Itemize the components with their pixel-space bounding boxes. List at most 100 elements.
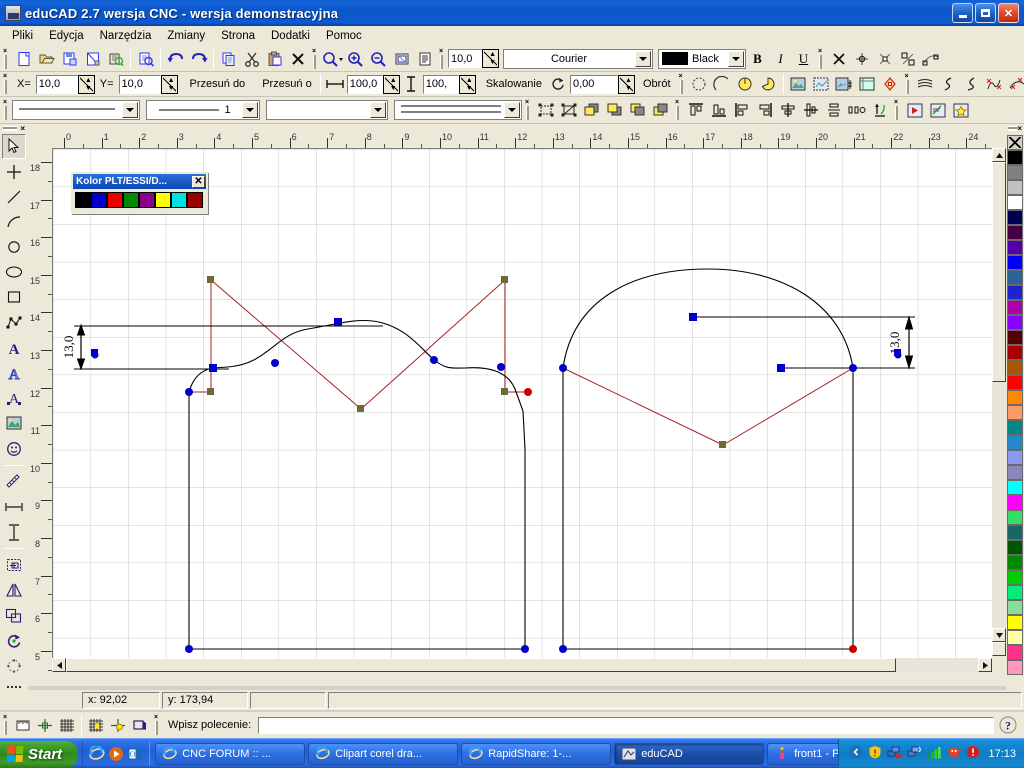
line-style-dropdown-icon[interactable] xyxy=(122,102,138,118)
text-tool[interactable]: A xyxy=(2,336,26,360)
internet-explorer-icon[interactable] xyxy=(89,744,105,762)
fit-window-button[interactable] xyxy=(390,48,413,70)
export-button[interactable] xyxy=(104,48,127,70)
color-swatch[interactable] xyxy=(1007,390,1023,405)
rectangle-tool[interactable] xyxy=(2,285,26,309)
color-swatch[interactable] xyxy=(1007,285,1023,300)
snap-grid-button[interactable] xyxy=(85,715,107,736)
color-swatch[interactable] xyxy=(1007,510,1023,525)
color-swatch[interactable] xyxy=(155,192,171,208)
taskbar-task[interactable]: CNC FORUM :: ... xyxy=(155,742,306,765)
color-swatch[interactable] xyxy=(1007,405,1023,420)
underline-button[interactable]: U xyxy=(792,48,815,70)
ruler-toggle-button[interactable] xyxy=(12,715,34,736)
menu-item-strona[interactable]: Strona xyxy=(213,28,263,44)
color-combo[interactable]: Black xyxy=(658,48,746,69)
curve-close-button[interactable] xyxy=(983,73,1006,95)
cut-button[interactable] xyxy=(240,48,263,70)
color-swatch[interactable] xyxy=(107,192,123,208)
node-join-button[interactable] xyxy=(896,48,919,70)
network-disconnected-icon[interactable] xyxy=(887,745,903,762)
align-center-vertical-button[interactable] xyxy=(799,99,822,121)
node-delete-button[interactable] xyxy=(827,48,850,70)
dimension-vertical-tool[interactable] xyxy=(2,520,26,544)
canvas-vertical-scrollbar[interactable] xyxy=(992,148,1006,672)
measure-tool[interactable] xyxy=(2,470,26,494)
node-break-button[interactable] xyxy=(873,48,896,70)
color-swatch[interactable] xyxy=(1007,135,1023,150)
new-macro-button[interactable] xyxy=(949,99,972,121)
menu-item-dodatki[interactable]: Dodatki xyxy=(263,28,318,44)
bold-button[interactable]: B xyxy=(746,48,769,70)
color-swatch[interactable] xyxy=(1007,645,1023,660)
command-input[interactable] xyxy=(258,716,994,734)
line-style-combo[interactable] xyxy=(12,100,140,120)
command-input-grip[interactable]: × xyxy=(152,714,161,736)
scroll-up-button[interactable] xyxy=(992,148,1006,162)
color-swatch[interactable] xyxy=(139,192,155,208)
color-swatch[interactable] xyxy=(91,192,107,208)
mirror-tool[interactable] xyxy=(2,578,26,602)
font-name-dropdown-icon[interactable] xyxy=(635,50,651,67)
width-field[interactable]: 100,0 xyxy=(346,74,383,94)
menu-item-pliki[interactable]: Pliki xyxy=(4,28,41,44)
shield-warning-icon[interactable] xyxy=(868,745,882,762)
color-swatch[interactable] xyxy=(75,192,91,208)
color-palette-window[interactable]: Kolor PLT/ESSI/D... ✕ xyxy=(71,172,208,214)
align-right-button[interactable] xyxy=(753,99,776,121)
line-dash-dropdown-icon[interactable] xyxy=(370,102,386,118)
group-button[interactable] xyxy=(534,99,557,121)
minimize-button[interactable] xyxy=(952,3,973,23)
image-tool[interactable] xyxy=(2,411,26,435)
color-swatch[interactable] xyxy=(1007,210,1023,225)
zoom-in-button[interactable] xyxy=(344,48,367,70)
scroll-thumb-vertical[interactable] xyxy=(992,162,1006,382)
canvas-horizontal-scrollbar[interactable] xyxy=(52,658,992,672)
show-desktop-icon[interactable] xyxy=(849,745,863,762)
color-swatch[interactable] xyxy=(1007,480,1023,495)
line-dash-combo[interactable] xyxy=(266,100,388,120)
curves-toolbar-grip[interactable]: × xyxy=(903,73,912,95)
scroll-thumb-horizontal[interactable] xyxy=(66,658,896,672)
move-to-button[interactable]: Przesuń do xyxy=(178,78,251,90)
outlook-icon[interactable]: O xyxy=(127,746,143,762)
x-position-spinner[interactable]: ▲ ▼ xyxy=(77,74,95,94)
bring-forward-button[interactable] xyxy=(603,99,626,121)
color-swatch[interactable] xyxy=(1007,570,1023,585)
color-swatch[interactable] xyxy=(1007,375,1023,390)
dimension-horizontal-tool[interactable] xyxy=(2,495,26,519)
array-circular-tool[interactable] xyxy=(2,654,26,678)
security-alert-icon[interactable] xyxy=(966,745,980,762)
color-swatch[interactable] xyxy=(1007,495,1023,510)
align-to-baseline-button[interactable] xyxy=(868,99,891,121)
symbol-tool[interactable] xyxy=(2,436,26,460)
horizontal-ruler[interactable]: 0 1 2 3 4 5 6 7 8 9 10 11 12 13 14 15 16 17 18 19 20 21 22 23 24 xyxy=(28,124,1006,148)
node-edit-button[interactable] xyxy=(879,73,902,95)
color-swatch[interactable] xyxy=(1007,270,1023,285)
grid-toggle-button[interactable] xyxy=(56,715,78,736)
help-button[interactable]: ? xyxy=(998,715,1018,735)
tools-palette-header[interactable]: × xyxy=(0,124,28,134)
circle-tool[interactable] xyxy=(2,235,26,259)
image-insert-button[interactable] xyxy=(787,73,810,95)
taskbar-task[interactable]: Clipart corel dra... xyxy=(308,742,459,765)
color-swatch[interactable] xyxy=(1007,255,1023,270)
print-preview-button[interactable] xyxy=(134,48,157,70)
color-swatch[interactable] xyxy=(1007,225,1023,240)
snap-point-button[interactable] xyxy=(107,715,129,736)
color-swatch[interactable] xyxy=(1007,555,1023,570)
color-swatch[interactable] xyxy=(1007,660,1023,675)
align-top-button[interactable] xyxy=(684,99,707,121)
new-document-button[interactable] xyxy=(12,48,35,70)
save-document-button[interactable] xyxy=(58,48,81,70)
font-size-field[interactable]: 10,0 xyxy=(448,49,482,68)
play-macro-button[interactable] xyxy=(903,99,926,121)
align-bottom-button[interactable] xyxy=(707,99,730,121)
image-frame-button[interactable] xyxy=(856,73,879,95)
color-swatch[interactable] xyxy=(1007,180,1023,195)
scroll-down-button[interactable] xyxy=(992,628,1006,642)
menu-item-zmiany[interactable]: Zmiany xyxy=(159,28,213,44)
line-width-dropdown-icon[interactable] xyxy=(242,102,258,118)
pie-cut-button[interactable] xyxy=(757,73,780,95)
network-activity-icon[interactable] xyxy=(907,745,922,762)
